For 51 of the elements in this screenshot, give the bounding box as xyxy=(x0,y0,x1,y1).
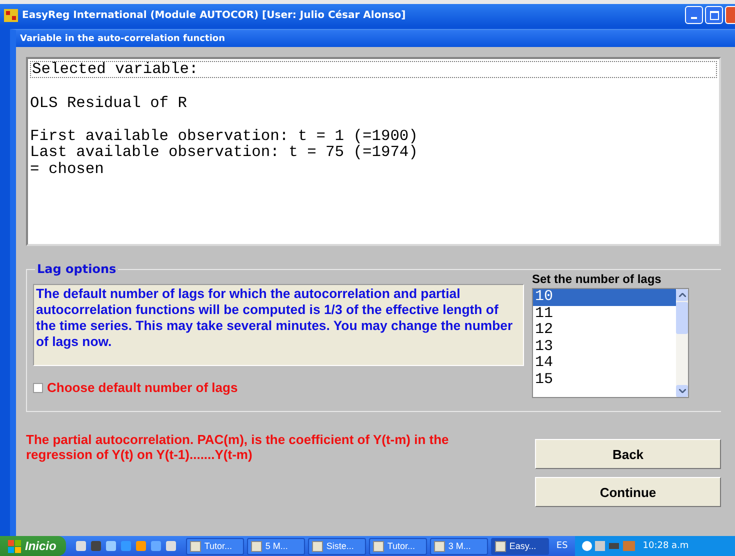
window-icon xyxy=(495,540,506,552)
quick-launch-icon[interactable] xyxy=(150,540,162,552)
taskbar-button[interactable]: Easy... xyxy=(491,538,550,554)
clock: 10:28 a.m xyxy=(642,541,689,551)
checkbox[interactable] xyxy=(33,382,43,392)
scrollbar[interactable] xyxy=(676,289,688,397)
quick-launch-icon[interactable] xyxy=(90,540,102,552)
list-item[interactable]: 15 xyxy=(533,372,676,389)
quick-launch-icon[interactable] xyxy=(75,540,88,552)
scroll-up-button[interactable] xyxy=(676,289,688,301)
start-button[interactable]: Inicio xyxy=(0,536,66,556)
window-icon xyxy=(251,540,262,552)
window-icon xyxy=(434,540,446,552)
dialog-title: Variable in the auto-correlation function xyxy=(16,30,735,47)
list-item[interactable]: 10 xyxy=(533,289,676,306)
info-line: = chosen xyxy=(30,160,105,178)
list-item[interactable]: 11 xyxy=(533,306,676,322)
taskbar-button[interactable]: Siste... xyxy=(308,538,366,554)
action-button[interactable]: Continue xyxy=(535,477,721,507)
info-line: Last available observation: t = 75 (=1974) xyxy=(30,144,419,161)
scroll-thumb[interactable] xyxy=(676,302,688,334)
quick-launch-icon[interactable] xyxy=(135,540,148,552)
info-line: OLS Residual of R xyxy=(30,94,188,112)
window-icon xyxy=(190,540,202,552)
taskbar-button[interactable]: Tutor... xyxy=(369,538,428,554)
description-text: The default number of lags for which the autocorrelation and partial autocorrelation functions will be computed is 1/3 of the effective length of the time series. This may take several minutes. You may change the number of lags now. xyxy=(33,284,524,366)
note-text: The partial autocorrelation. PAC(m), is the coefficient of Y(t-m) in the regression of Y(t) on Y(t-1).......Y(t-m) xyxy=(26,432,450,464)
app-icon xyxy=(4,8,18,22)
maximize-button[interactable] xyxy=(705,6,723,24)
list-item[interactable]: 13 xyxy=(533,338,676,356)
quick-launch-icon[interactable] xyxy=(105,540,118,552)
quick-launch-icon[interactable] xyxy=(165,540,178,552)
taskbar-button[interactable]: Tutor... xyxy=(186,538,244,554)
language-indicator[interactable]: ES xyxy=(552,541,572,551)
list-label: Set the number of lags xyxy=(532,272,662,286)
window-title: EasyReg International (Module AUTOCOR) [User: Julio César Alonso] xyxy=(22,10,407,20)
list-item[interactable]: 12 xyxy=(533,322,676,339)
action-button[interactable]: Back xyxy=(535,439,721,469)
list-item[interactable]: 14 xyxy=(533,355,676,372)
minimize-button[interactable] xyxy=(685,6,703,24)
windows-logo-icon xyxy=(8,540,22,552)
info-line: First available observation: t = 1 (=1900) xyxy=(30,128,419,144)
group-title: Lag options xyxy=(36,262,118,276)
window-icon xyxy=(373,540,384,552)
taskbar-button[interactable]: 5 M... xyxy=(247,538,306,554)
taskbar-button[interactable]: 3 M... xyxy=(430,538,488,554)
maximize-icon xyxy=(710,10,718,20)
scroll-down-button[interactable] xyxy=(676,385,688,397)
lags-list[interactable]: 10 11 12 13 14 15 xyxy=(532,288,689,398)
close-button[interactable] xyxy=(725,6,735,24)
window-icon xyxy=(312,540,324,552)
